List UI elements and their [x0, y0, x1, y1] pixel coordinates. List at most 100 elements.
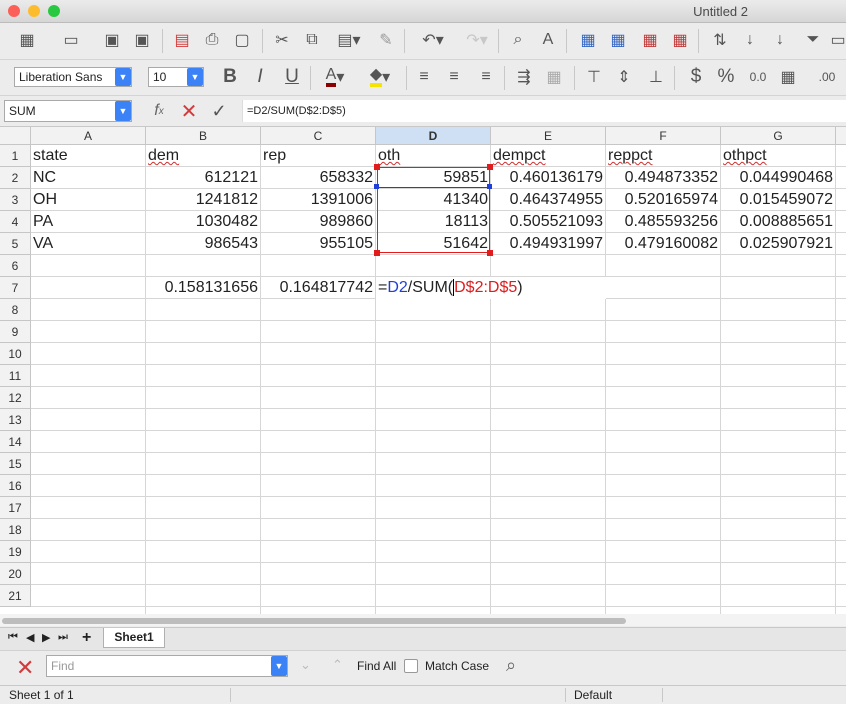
- row-header[interactable]: 6: [0, 255, 31, 277]
- align-center-icon[interactable]: ≡: [442, 65, 466, 89]
- chevron-down-icon[interactable]: ▼: [115, 68, 131, 86]
- font-name-box[interactable]: Liberation Sans ▼: [14, 67, 132, 87]
- align-top-icon[interactable]: ⊤: [582, 65, 606, 89]
- formula-input[interactable]: =D2/SUM(D$2:D$5): [242, 100, 846, 122]
- undo-icon[interactable]: ↶▾: [414, 28, 452, 52]
- merge-cells-icon[interactable]: ▦: [542, 65, 566, 89]
- print-preview-icon[interactable]: ▢: [230, 28, 254, 52]
- range-handle[interactable]: [374, 250, 380, 256]
- find-replace-icon[interactable]: ⌕: [506, 28, 530, 52]
- spreadsheet-grid[interactable]: A B C D E F G 1 2 3 4 5 6 7 8 9 10 11 12…: [0, 127, 846, 614]
- column-header-h[interactable]: [836, 127, 846, 145]
- close-find-icon[interactable]: ✕: [16, 655, 34, 681]
- autofilter-icon[interactable]: ⏷: [800, 28, 826, 52]
- row-header[interactable]: 5: [0, 233, 31, 255]
- cell-b1[interactable]: dem: [146, 145, 261, 167]
- export-pdf-icon[interactable]: ▤: [170, 28, 194, 52]
- row-header[interactable]: 20: [0, 563, 31, 585]
- percent-icon[interactable]: %: [714, 65, 738, 89]
- cell-g5[interactable]: 0.025907921: [721, 233, 836, 255]
- sort-ascending-icon[interactable]: ↓: [738, 28, 762, 52]
- column-header-d[interactable]: D: [376, 127, 491, 145]
- cell-f1[interactable]: reppct: [606, 145, 721, 167]
- cell-g4[interactable]: 0.008885651: [721, 211, 836, 233]
- row-header[interactable]: 2: [0, 167, 31, 189]
- cell-a3[interactable]: OH: [31, 189, 146, 211]
- chevron-down-icon[interactable]: ▼: [271, 656, 287, 676]
- cell-b4[interactable]: 1030482: [146, 211, 261, 233]
- row-icon[interactable]: ▦: [576, 28, 600, 52]
- highlight-color-icon[interactable]: ◆ ▾: [360, 65, 400, 89]
- row-header[interactable]: 1: [0, 145, 31, 167]
- cell-d7-editing[interactable]: =D2/SUM(D$2:D$5): [376, 277, 606, 299]
- column-header-g[interactable]: G: [721, 127, 836, 145]
- cell-e5[interactable]: 0.494931997: [491, 233, 606, 255]
- last-sheet-icon[interactable]: ⏭: [58, 631, 68, 644]
- function-wizard-icon[interactable]: fx: [148, 99, 170, 123]
- font-color-icon[interactable]: A ▾: [316, 65, 354, 89]
- paste-icon[interactable]: ▤▾: [332, 28, 366, 52]
- row-header[interactable]: 19: [0, 541, 31, 563]
- sort-descending-icon[interactable]: ↓: [768, 28, 792, 52]
- add-decimal-icon[interactable]: .00: [812, 65, 842, 89]
- cell-b5[interactable]: 986543: [146, 233, 261, 255]
- column-icon[interactable]: ▦: [606, 28, 630, 52]
- row-header[interactable]: 9: [0, 321, 31, 343]
- range-handle[interactable]: [374, 184, 379, 189]
- find-previous-icon[interactable]: ⌃: [332, 657, 343, 673]
- range-handle[interactable]: [487, 184, 492, 189]
- column-header-a[interactable]: A: [31, 127, 146, 145]
- sheet-tab-sheet1[interactable]: Sheet1: [103, 628, 165, 648]
- save-as-icon[interactable]: ▣: [130, 28, 154, 52]
- cell-f2[interactable]: 0.494873352: [606, 167, 721, 189]
- column-header-e[interactable]: E: [491, 127, 606, 145]
- clone-format-icon[interactable]: ✎: [374, 28, 398, 52]
- cell-e2[interactable]: 0.460136179: [491, 167, 606, 189]
- currency-icon[interactable]: $: [684, 65, 708, 89]
- row-header[interactable]: 3: [0, 189, 31, 211]
- next-sheet-icon[interactable]: ▶: [42, 631, 50, 644]
- column-header-f[interactable]: F: [606, 127, 721, 145]
- add-sheet-icon[interactable]: +: [82, 629, 91, 647]
- number-format-icon[interactable]: 0.0: [746, 65, 770, 89]
- row-header[interactable]: 12: [0, 387, 31, 409]
- spelling-icon[interactable]: A: [536, 28, 560, 52]
- row-header[interactable]: 16: [0, 475, 31, 497]
- cell-a1[interactable]: state: [31, 145, 146, 167]
- cell-g3[interactable]: 0.015459072: [721, 189, 836, 211]
- column-header-b[interactable]: B: [146, 127, 261, 145]
- chevron-down-icon[interactable]: ▼: [187, 68, 203, 86]
- bold-icon[interactable]: B: [218, 65, 242, 89]
- wrap-text-icon[interactable]: ⇶: [512, 65, 536, 89]
- cell-a5[interactable]: VA: [31, 233, 146, 255]
- horizontal-scrollbar[interactable]: [0, 614, 846, 626]
- range-handle[interactable]: [374, 164, 380, 170]
- cell-b2[interactable]: 612121: [146, 167, 261, 189]
- cell-c3[interactable]: 1391006: [261, 189, 376, 211]
- row-header[interactable]: 4: [0, 211, 31, 233]
- cell-f3[interactable]: 0.520165974: [606, 189, 721, 211]
- cell-a4[interactable]: PA: [31, 211, 146, 233]
- cell-g1[interactable]: othpct: [721, 145, 836, 167]
- cut-icon[interactable]: ✂: [270, 28, 294, 52]
- more-icon[interactable]: ▭: [830, 28, 846, 52]
- cell-c4[interactable]: 989860: [261, 211, 376, 233]
- italic-icon[interactable]: I: [248, 65, 272, 89]
- select-all-corner[interactable]: [0, 127, 31, 145]
- cell-e1[interactable]: dempct: [491, 145, 606, 167]
- row-header[interactable]: 11: [0, 365, 31, 387]
- cell-b7[interactable]: 0.158131656: [146, 277, 261, 299]
- chevron-down-icon[interactable]: ▼: [115, 101, 131, 121]
- row-header[interactable]: 17: [0, 497, 31, 519]
- match-case-checkbox[interactable]: [404, 659, 418, 673]
- cancel-icon[interactable]: ✕: [178, 99, 200, 123]
- cell-c2[interactable]: 658332: [261, 167, 376, 189]
- cell-c7[interactable]: 0.164817742: [261, 277, 376, 299]
- delete-columns-icon[interactable]: ▦: [668, 28, 692, 52]
- cell-d1[interactable]: oth: [376, 145, 491, 167]
- center-vertically-icon[interactable]: ⇕: [612, 65, 636, 89]
- column-header-c[interactable]: C: [261, 127, 376, 145]
- scrollbar-thumb[interactable]: [2, 618, 626, 624]
- cell-b3[interactable]: 1241812: [146, 189, 261, 211]
- font-size-box[interactable]: 10 ▼: [148, 67, 204, 87]
